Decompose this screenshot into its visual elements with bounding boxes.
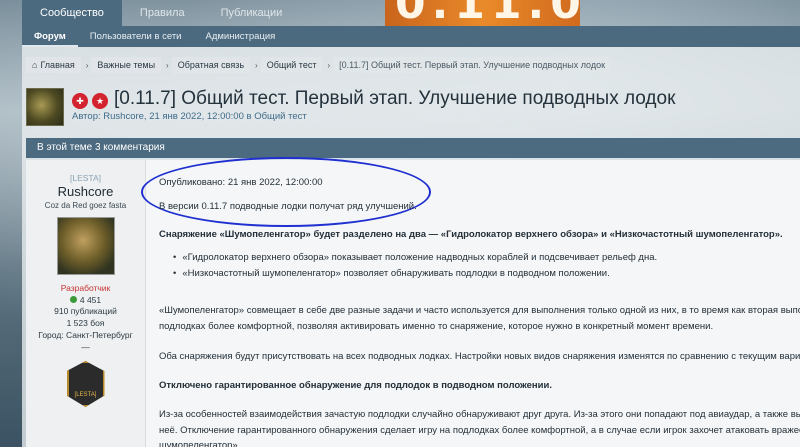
reputation-icon <box>69 296 77 303</box>
post-published-date: Опубликовано: 21 янв 2022, 12:00:00 <box>159 177 323 188</box>
thread-meta: Автор: Rushcore, 21 янв 2022, 12:00:00 в… <box>72 111 307 122</box>
breadcrumb-public-test[interactable]: Общий тест <box>260 57 323 73</box>
comments-count-bar: В этой теме 3 комментария <box>26 138 800 158</box>
sub-navigation: Форум Пользователи в сети Администрация <box>22 26 800 47</box>
list-item: «Гидролокатор верхнего обзора» показывае… <box>173 250 657 266</box>
author-tagline: Coz da Red goez fasta <box>44 201 127 210</box>
thread-title: [0.11.7] Общий тест. Первый этап. Улучше… <box>114 88 676 109</box>
tab-community[interactable]: Сообщество <box>22 0 122 26</box>
post: [LESTA] Rushcore Coz da Red goez fasta Р… <box>26 157 800 447</box>
top-navigation: Сообщество Правила Публикации <box>22 0 385 26</box>
post-equipment-line: Снаряжение «Шумопеленгатор» будет раздел… <box>159 229 783 240</box>
post-bullet-list: «Гидролокатор верхнего обзора» показывае… <box>173 250 657 282</box>
breadcrumb-home[interactable]: ⌂ Главная <box>26 57 81 73</box>
post-paragraph: Из-за особенностей взаимодействия зачаст… <box>159 409 800 420</box>
post-paragraph: шумопеленгатор». <box>159 440 241 447</box>
post-paragraph: подлодках более комфортной, позволяя акт… <box>159 321 714 332</box>
post-intro: В версии 0.11.7 подводные лодки получат … <box>159 201 417 212</box>
post-subheading: Отключено гарантированное обнаружение дл… <box>159 380 552 391</box>
breadcrumb-home-label: Главная <box>40 60 75 70</box>
breadcrumb: ⌂ Главная › Важные темы › Обратная связь… <box>26 57 613 73</box>
home-icon: ⌂ <box>32 60 38 70</box>
breadcrumb-feedback[interactable]: Обратная связь <box>171 57 251 73</box>
author-role: Разработчик <box>60 283 111 293</box>
clan-emblem-label: [LESTA] <box>74 392 97 398</box>
chevron-right-icon: › <box>85 60 89 70</box>
breadcrumb-important[interactable]: Важные темы <box>91 57 162 73</box>
pin-icon: ✚ <box>72 93 88 109</box>
post-paragraph: «Шумопеленгатор» совмещает в себе две ра… <box>159 305 800 316</box>
thread-header: ✚ ★ [0.11.7] Общий тест. Первый этап. Ул… <box>26 86 786 126</box>
author-battles: 1 523 боя <box>66 318 105 328</box>
chevron-right-icon: › <box>166 60 169 70</box>
author-posts: 910 публикаций <box>54 306 117 316</box>
clan-emblem-icon: [LESTA] <box>66 361 105 407</box>
tab-publications[interactable]: Публикации <box>203 0 301 26</box>
reputation-value: 4 451 <box>79 295 102 305</box>
author-avatar[interactable] <box>56 217 115 275</box>
breadcrumb-current: [0.11.7] Общий тест. Первый этап. Улучше… <box>333 57 612 73</box>
author-city: Город: Санкт-Петербург <box>38 330 133 340</box>
subtab-users-online[interactable]: Пользователи в сети <box>78 26 194 47</box>
post-author-panel: [LESTA] Rushcore Coz da Red goez fasta Р… <box>26 160 146 447</box>
header-banner-art: 0.11.0 <box>385 0 580 26</box>
featured-star-icon: ★ <box>92 93 108 109</box>
hand-drawn-circle-annotation <box>141 157 431 227</box>
author-name[interactable]: Rushcore <box>26 184 145 199</box>
chevron-right-icon: › <box>255 60 258 70</box>
subtab-administration[interactable]: Администрация <box>194 26 288 47</box>
banner-text: 0.11.0 <box>395 0 580 26</box>
tab-rules[interactable]: Правила <box>122 0 203 26</box>
subtab-forum[interactable]: Форум <box>22 26 78 47</box>
post-paragraph: Оба снаряжения будут присутствовать на в… <box>159 351 800 362</box>
thread-author-avatar[interactable] <box>26 88 64 126</box>
author-clan-tag[interactable]: [LESTA] <box>26 173 145 183</box>
author-reputation: 4 451 <box>26 295 145 305</box>
chevron-right-icon: › <box>327 60 331 70</box>
post-paragraph: неё. Отключение гарантированного обнаруж… <box>159 425 800 436</box>
list-item: «Низкочастотный шумопеленгатор» позволяе… <box>173 266 657 282</box>
author-divider: — <box>81 342 90 352</box>
